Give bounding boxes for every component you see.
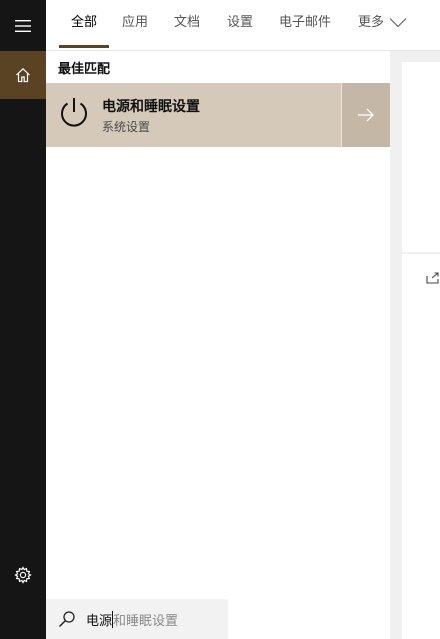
- tab-documents[interactable]: 文档: [174, 15, 200, 31]
- active-tab-indicator: [59, 45, 109, 48]
- left-rail: [0, 0, 46, 639]
- open-icon[interactable]: [426, 272, 440, 284]
- search-box[interactable]: 电源和睡眠设置: [46, 599, 228, 639]
- open-details-button[interactable]: [341, 83, 390, 147]
- tab-apps[interactable]: 应用: [122, 15, 148, 31]
- search-input[interactable]: 电源和睡眠设置: [86, 611, 178, 630]
- preview-actions: [402, 254, 440, 639]
- search-typed-text: 电源: [86, 614, 113, 629]
- home-icon: [16, 67, 30, 83]
- best-match-subtitle: 系统设置: [102, 120, 151, 134]
- arrow-right-icon: [358, 108, 374, 122]
- tab-more[interactable]: 更多: [358, 15, 384, 31]
- search-autocomplete: 和睡眠设置: [113, 614, 179, 629]
- chevron-down-icon[interactable]: [389, 17, 407, 28]
- menu-button[interactable]: [0, 2, 46, 50]
- home-button[interactable]: [0, 51, 46, 99]
- power-icon: [61, 98, 87, 127]
- filter-tabs: 全部 应用 文档 设置 电子邮件 更多: [46, 0, 440, 51]
- gear-icon: [14, 566, 32, 584]
- tab-email[interactable]: 电子邮件: [279, 15, 331, 31]
- settings-button[interactable]: [0, 551, 46, 599]
- best-match-result[interactable]: 电源和睡眠设置 系统设置: [46, 83, 390, 147]
- best-match-title: 电源和睡眠设置: [102, 99, 200, 115]
- search-icon: [58, 611, 75, 628]
- tab-settings[interactable]: 设置: [227, 15, 253, 31]
- hamburger-menu-icon: [15, 20, 31, 32]
- preview-card: [402, 62, 440, 252]
- results-panel: 全部 应用 文档 设置 电子邮件 更多 最佳匹配 电源和睡眠设置 系统设置: [46, 0, 440, 639]
- section-title-best-match: 最佳匹配: [58, 62, 111, 77]
- tab-all[interactable]: 全部: [71, 15, 97, 31]
